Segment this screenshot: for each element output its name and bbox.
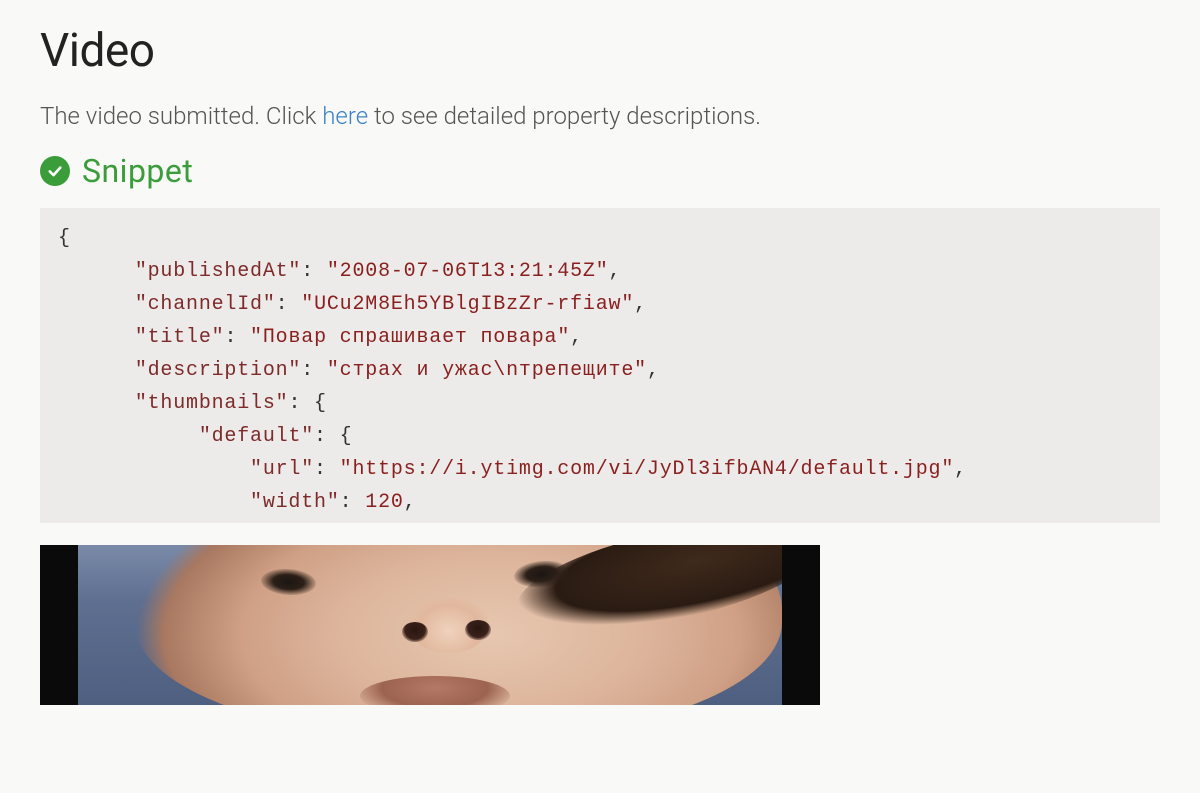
key-width: "width" <box>250 491 340 514</box>
val-url: "https://i.ytimg.com/vi/JyDl3ifbAN4/defa… <box>340 458 955 481</box>
check-circle-icon <box>40 156 70 186</box>
key-default: "default" <box>199 425 314 448</box>
key-url: "url" <box>250 458 314 481</box>
snippet-json-code: { "publishedAt": "2008-07-06T13:21:45Z",… <box>40 208 1160 523</box>
thumbnail-image <box>78 545 782 705</box>
intro-prefix: The video submitted. Click <box>40 102 322 130</box>
page-title: Video <box>40 24 1160 78</box>
val-publishedAt: "2008-07-06T13:21:45Z" <box>327 260 609 283</box>
val-width: 120 <box>365 491 403 514</box>
key-channelId: "channelId" <box>135 293 276 316</box>
thumbnail-pillarbox-left <box>40 545 78 705</box>
here-link[interactable]: here <box>322 102 368 130</box>
key-title: "title" <box>135 326 225 349</box>
val-title: "Повар спрашивает повара" <box>250 326 570 349</box>
key-publishedAt: "publishedAt" <box>135 260 301 283</box>
snippet-header: Snippet <box>40 152 1160 190</box>
video-thumbnail[interactable] <box>40 545 820 705</box>
thumbnail-pillarbox-right <box>782 545 820 705</box>
key-thumbnails: "thumbnails" <box>135 392 289 415</box>
intro-suffix: to see detailed property descriptions. <box>368 102 761 130</box>
key-description: "description" <box>135 359 301 382</box>
val-channelId: "UCu2M8Eh5YBlgIBzZr-rfiaw" <box>301 293 634 316</box>
val-description: "страх и ужас\nтрепещите" <box>327 359 647 382</box>
intro-text: The video submitted. Click here to see d… <box>40 102 1160 130</box>
snippet-title: Snippet <box>82 152 193 190</box>
